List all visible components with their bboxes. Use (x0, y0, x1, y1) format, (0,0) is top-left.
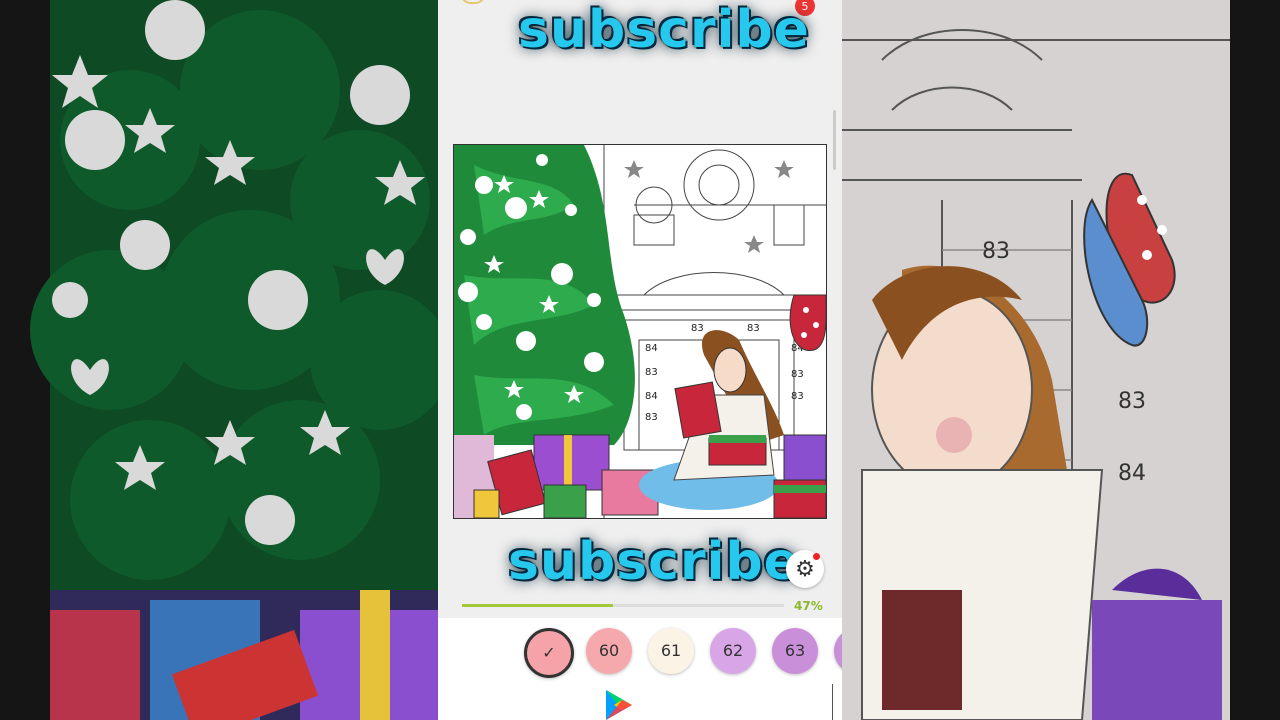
region-number[interactable]: 83 (791, 369, 804, 380)
color-swatch[interactable]: 61 (648, 628, 694, 674)
notification-dot (813, 553, 820, 560)
bg-number: 83 (1118, 389, 1146, 414)
subscribe-overlay-top: subscribe (518, 0, 810, 60)
region-number[interactable]: 83 (791, 391, 804, 402)
progress-fill (462, 604, 614, 607)
bg-number: 83 (982, 239, 1010, 264)
swatch-selected-check[interactable]: ✓ (524, 628, 574, 678)
region-number[interactable]: 83 (691, 323, 704, 334)
scrollbar[interactable] (833, 110, 836, 170)
coloring-picture: 83 83 84 83 84 83 83 83 84 (454, 145, 826, 518)
color-swatch[interactable]: 60 (586, 628, 632, 674)
gear-icon: ⚙ (795, 556, 815, 582)
progress-bar (462, 604, 784, 607)
progress-percent: 47% (794, 599, 823, 613)
subscribe-overlay-bottom: subscribe (508, 532, 800, 592)
settings-button[interactable]: ⚙ (786, 550, 824, 588)
region-number[interactable]: 84 (645, 391, 658, 402)
background-right-girl: 83 83 84 (842, 0, 1280, 720)
tree-zoom-image (30, 0, 438, 720)
coin-icon (460, 0, 486, 4)
region-number[interactable]: 83 (645, 412, 658, 423)
color-swatch[interactable]: 62 (710, 628, 756, 674)
background-left-tree (0, 0, 438, 720)
app-screen: 5 subscribe 83 83 84 83 84 83 83 83 84 s… (438, 0, 842, 720)
color-palette: ✓ 60 61 62 63 (438, 618, 842, 684)
play-store-icon (606, 690, 632, 720)
girl-zoom-image: 83 83 84 (842, 0, 1230, 720)
region-number[interactable]: 84 (645, 343, 658, 354)
divider (832, 684, 833, 720)
region-number[interactable]: 83 (747, 323, 760, 334)
region-number[interactable]: 83 (645, 367, 658, 378)
color-swatch[interactable]: 63 (772, 628, 818, 674)
bg-number: 84 (1118, 461, 1146, 486)
coloring-canvas[interactable]: 83 83 84 83 84 83 83 83 84 (453, 144, 827, 519)
color-swatch[interactable] (834, 628, 842, 674)
bottom-banner[interactable] (438, 684, 842, 720)
